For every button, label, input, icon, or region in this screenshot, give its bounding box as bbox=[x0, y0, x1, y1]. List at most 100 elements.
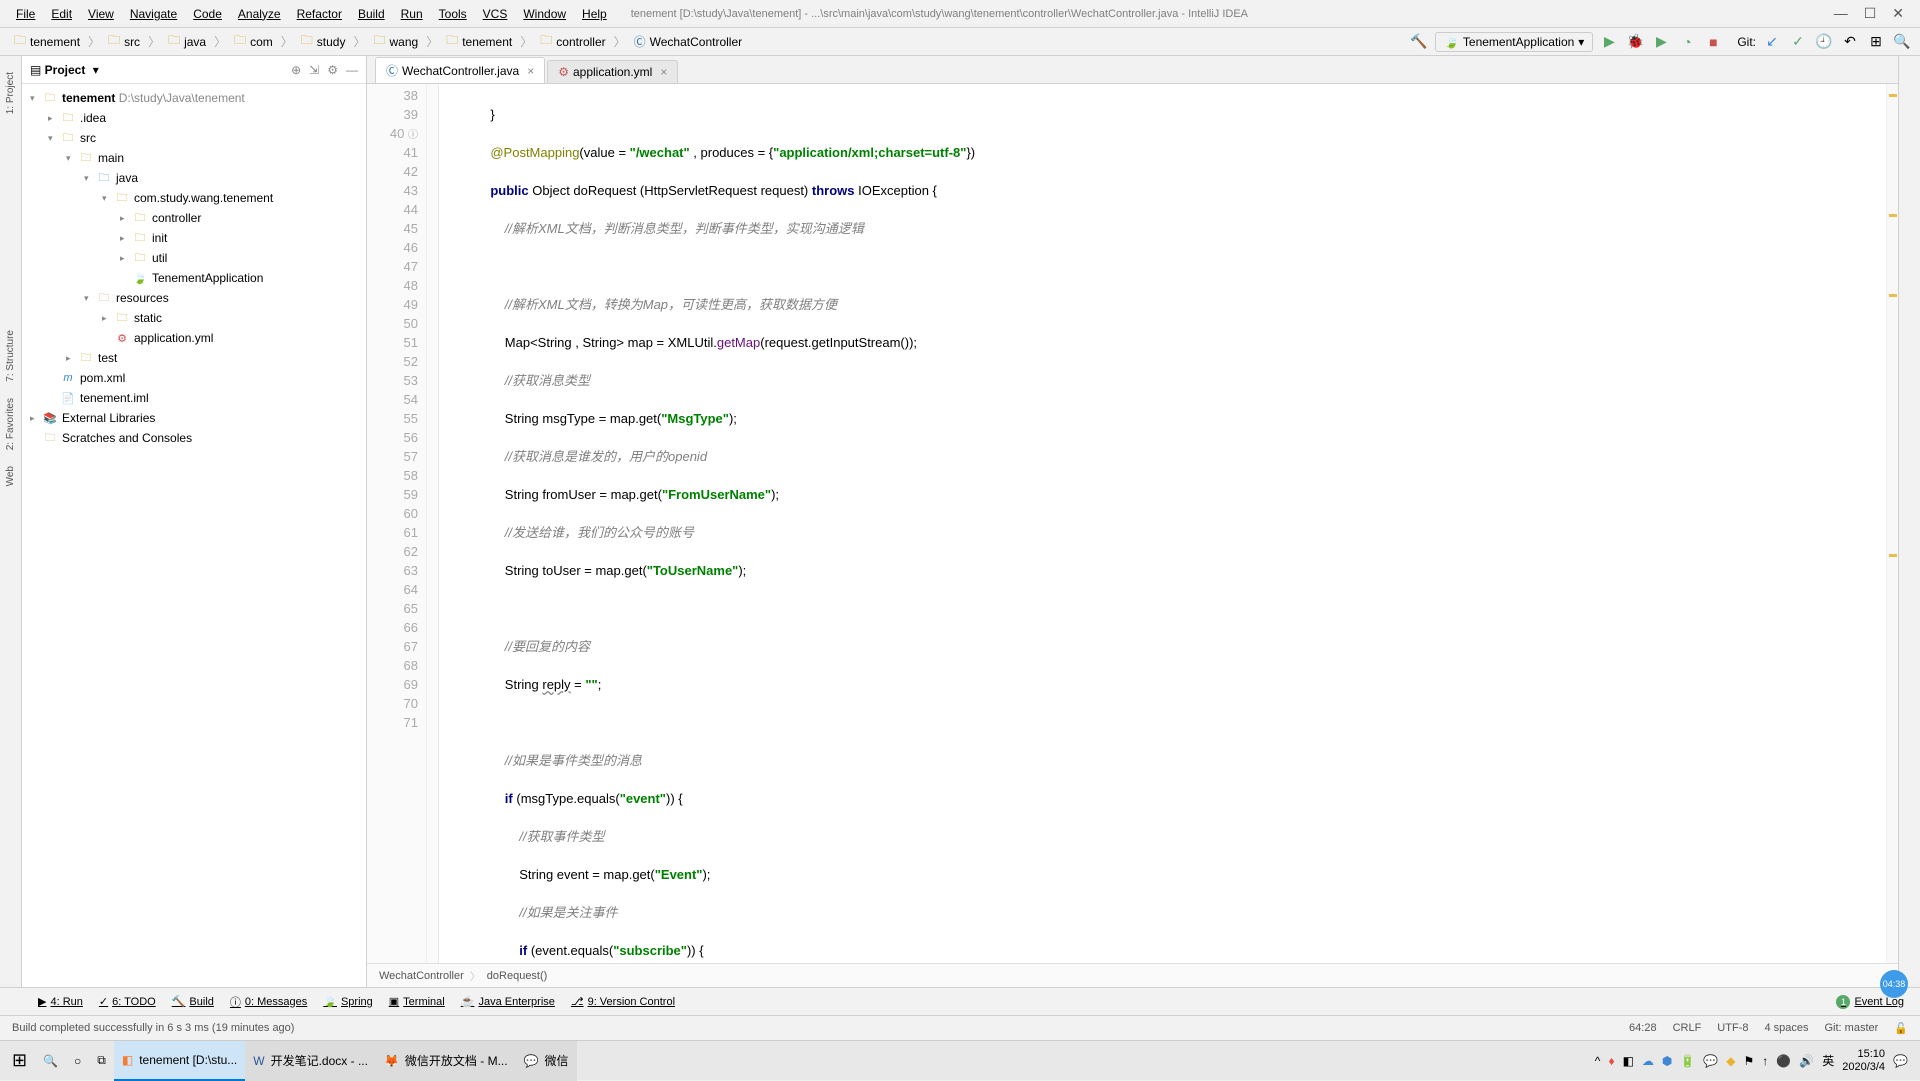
status-indent[interactable]: 4 spaces bbox=[1764, 1022, 1808, 1035]
menu-code[interactable]: Code bbox=[185, 7, 230, 21]
menu-vcs[interactable]: VCS bbox=[475, 7, 516, 21]
run-icon[interactable]: ▶ bbox=[1599, 32, 1619, 52]
error-stripe[interactable] bbox=[1886, 84, 1898, 963]
strip-project[interactable]: 1: Project bbox=[3, 64, 18, 122]
project-locate-icon[interactable]: ⊕ bbox=[291, 63, 301, 77]
crumb-com[interactable]: 🗀com bbox=[228, 33, 279, 51]
project-collapse-icon[interactable]: ⇲ bbox=[309, 63, 319, 77]
tool-terminal[interactable]: ▣ Terminal bbox=[381, 993, 453, 1010]
crumb-java[interactable]: 🗀java bbox=[162, 33, 212, 51]
tray-icon[interactable]: ☁ bbox=[1642, 1054, 1654, 1068]
navbar: 🗀tenement〉 🗀src〉 🗀java〉 🗀com〉 🗀study〉 🗀w… bbox=[0, 28, 1920, 56]
menu-build[interactable]: Build bbox=[350, 7, 393, 21]
tray-volume-icon[interactable]: 🔊 bbox=[1799, 1054, 1814, 1068]
taskbar-cortana[interactable]: ○ bbox=[66, 1041, 89, 1081]
tool-vcs[interactable]: ⎇ 9: Version Control bbox=[563, 993, 683, 1010]
taskbar-wechat[interactable]: 💬微信 bbox=[516, 1041, 577, 1081]
search-everywhere-icon[interactable]: 🔍 bbox=[1892, 32, 1912, 52]
tool-build[interactable]: 🔨 Build bbox=[164, 993, 222, 1010]
tool-spring[interactable]: 🍃 Spring bbox=[315, 993, 381, 1010]
tool-run[interactable]: ▶ 4: Run bbox=[30, 993, 91, 1010]
project-settings-icon[interactable]: ⚙ bbox=[327, 63, 338, 77]
status-git-branch[interactable]: Git: master bbox=[1825, 1022, 1879, 1035]
profile-icon[interactable]: ◔ bbox=[1677, 32, 1697, 52]
crumb-wang[interactable]: 🗀wang bbox=[368, 33, 425, 51]
menu-refactor[interactable]: Refactor bbox=[289, 7, 350, 21]
strip-web[interactable]: Web bbox=[3, 458, 18, 494]
line-number-gutter[interactable]: 383940 ⓘ41424344454647484950515253545556… bbox=[367, 84, 427, 963]
tray-ime[interactable]: 英 bbox=[1822, 1052, 1834, 1069]
project-hide-icon[interactable]: — bbox=[346, 63, 358, 77]
status-line-ending[interactable]: CRLF bbox=[1673, 1022, 1702, 1035]
vcs-commit-icon[interactable]: ✓ bbox=[1788, 32, 1808, 52]
window-maximize[interactable]: ☐ bbox=[1864, 5, 1877, 22]
menu-file[interactable]: File bbox=[8, 7, 43, 21]
editor-tabs: ⒸWechatController.java× ⚙application.yml… bbox=[367, 56, 1898, 84]
run-config-selector[interactable]: 🍃TenementApplication▾ bbox=[1435, 32, 1593, 52]
start-button[interactable]: ⊞ bbox=[4, 1041, 35, 1081]
tray-icon[interactable]: ◆ bbox=[1726, 1054, 1735, 1068]
status-position[interactable]: 64:28 bbox=[1629, 1022, 1657, 1035]
crumb-src[interactable]: 🗀src bbox=[102, 33, 146, 51]
vcs-update-icon[interactable]: ↙ bbox=[1762, 32, 1782, 52]
tab-wechat-controller[interactable]: ⒸWechatController.java× bbox=[375, 57, 545, 83]
menu-help[interactable]: Help bbox=[574, 7, 615, 21]
menu-run[interactable]: Run bbox=[393, 7, 431, 21]
menu-view[interactable]: View bbox=[80, 7, 122, 21]
tray-overflow-icon[interactable]: ^ bbox=[1595, 1054, 1601, 1068]
menu-analyze[interactable]: Analyze bbox=[230, 7, 289, 21]
tool-todo[interactable]: ✓ 6: TODO bbox=[91, 993, 164, 1010]
tray-icon[interactable]: ↑ bbox=[1762, 1054, 1768, 1068]
vcs-revert-icon[interactable]: ↶ bbox=[1840, 32, 1860, 52]
tool-javaee[interactable]: ☕ Java Enterprise bbox=[453, 993, 563, 1010]
debug-icon[interactable]: 🐞 bbox=[1625, 32, 1645, 52]
taskbar-firefox[interactable]: 🦊微信开放文档 - M... bbox=[376, 1041, 516, 1081]
tray-icon[interactable]: ⚑ bbox=[1744, 1054, 1755, 1068]
window-minimize[interactable]: — bbox=[1834, 5, 1848, 22]
strip-structure[interactable]: 7: Structure bbox=[3, 322, 18, 390]
build-icon[interactable]: 🔨 bbox=[1409, 32, 1429, 52]
crumb-study[interactable]: 🗀study bbox=[295, 33, 352, 51]
coverage-icon[interactable]: ▶ bbox=[1651, 32, 1671, 52]
strip-favorites[interactable]: 2: Favorites bbox=[3, 390, 18, 458]
taskbar-word[interactable]: W开发笔记.docx - ... bbox=[245, 1041, 376, 1081]
close-icon[interactable]: × bbox=[527, 64, 534, 78]
menu-edit[interactable]: Edit bbox=[43, 7, 80, 21]
editor-breadcrumbs[interactable]: WechatController〉doRequest() bbox=[367, 963, 1898, 987]
crumb-tenement-pkg[interactable]: 🗀tenement bbox=[440, 33, 518, 51]
tray-notifications-icon[interactable]: 💬 bbox=[1893, 1054, 1908, 1068]
editor-pane: ⒸWechatController.java× ⚙application.yml… bbox=[367, 56, 1898, 987]
close-icon[interactable]: × bbox=[660, 65, 667, 79]
window-close[interactable]: ✕ bbox=[1892, 5, 1904, 22]
project-view-selector[interactable]: ▤ Project ▾ bbox=[30, 63, 99, 77]
project-tree[interactable]: ▾🗀tenement D:\study\Java\tenement ▸🗀.ide… bbox=[22, 84, 366, 987]
tray-clock[interactable]: 15:102020/3/4 bbox=[1842, 1048, 1885, 1074]
taskbar-search[interactable]: 🔍 bbox=[35, 1041, 66, 1081]
tray-icon[interactable]: ◧ bbox=[1623, 1054, 1634, 1068]
code-editor[interactable]: } @PostMapping(value = "/wechat" , produ… bbox=[439, 84, 1886, 963]
vcs-history-icon[interactable]: 🕘 bbox=[1814, 32, 1834, 52]
git-label: Git: bbox=[1737, 35, 1756, 49]
fold-gutter[interactable] bbox=[427, 84, 439, 963]
taskbar-intellij[interactable]: ◧tenement [D:\stu... bbox=[114, 1041, 245, 1081]
status-readonly-icon[interactable]: 🔓 bbox=[1894, 1022, 1908, 1035]
tray-icon[interactable]: 💬 bbox=[1703, 1054, 1718, 1068]
ide-settings-icon[interactable]: ⊞ bbox=[1866, 32, 1886, 52]
tab-application-yml[interactable]: ⚙application.yml× bbox=[547, 60, 678, 83]
crumb-tenement[interactable]: 🗀tenement bbox=[8, 33, 86, 51]
tray-icon[interactable]: ♦ bbox=[1608, 1054, 1614, 1068]
menu-window[interactable]: Window bbox=[515, 7, 574, 21]
menu-tools[interactable]: Tools bbox=[431, 7, 475, 21]
crumb-class[interactable]: ⒸWechatController bbox=[628, 33, 748, 51]
status-encoding[interactable]: UTF-8 bbox=[1717, 1022, 1748, 1035]
tray-network-icon[interactable]: ⚫ bbox=[1776, 1054, 1791, 1068]
tray-icon[interactable]: 🔋 bbox=[1680, 1054, 1695, 1068]
menu-navigate[interactable]: Navigate bbox=[122, 7, 185, 21]
tool-messages[interactable]: ⓘ 0: Messages bbox=[222, 992, 315, 1012]
crumb-controller[interactable]: 🗀controller bbox=[534, 33, 611, 51]
tray-icon[interactable]: ⬢ bbox=[1662, 1054, 1672, 1068]
windows-taskbar: ⊞ 🔍 ○ ⧉ ◧tenement [D:\stu... W开发笔记.docx … bbox=[0, 1040, 1920, 1080]
taskbar-taskview[interactable]: ⧉ bbox=[89, 1041, 114, 1081]
window-title: tenement [D:\study\Java\tenement] - ...\… bbox=[631, 8, 1834, 20]
stop-icon[interactable]: ■ bbox=[1703, 32, 1723, 52]
